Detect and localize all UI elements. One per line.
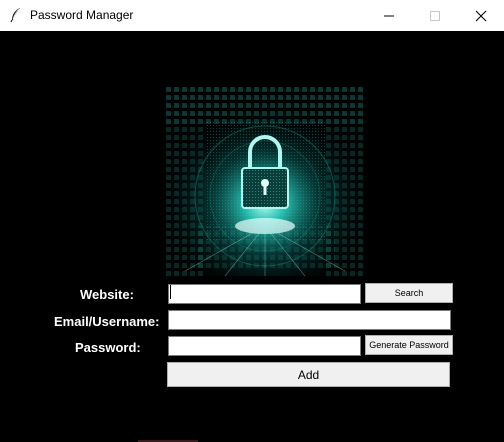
website-input[interactable] [168, 284, 361, 304]
maximize-icon [430, 10, 440, 21]
email-username-input[interactable] [168, 310, 451, 330]
website-label: Website: [80, 287, 134, 302]
generate-password-button[interactable]: Generate Password [365, 335, 453, 355]
search-button[interactable]: Search [365, 283, 453, 303]
email-username-label: Email/Username: [54, 314, 160, 329]
password-input[interactable] [168, 336, 361, 356]
minimize-icon [384, 15, 394, 16]
app-canvas: Website: Search Email/Username: Password… [0, 31, 504, 442]
password-label: Password: [75, 340, 141, 355]
minimize-button[interactable] [366, 0, 412, 31]
title-bar[interactable]: Password Manager [0, 0, 504, 32]
password-manager-window: Password Manager Website: Search Email/U… [0, 0, 504, 442]
maximize-button[interactable] [412, 0, 458, 31]
add-button[interactable]: Add [167, 362, 450, 387]
text-caret [170, 285, 171, 299]
close-icon [475, 10, 487, 21]
window-title: Password Manager [30, 8, 134, 22]
close-button[interactable] [458, 0, 504, 31]
feather-icon [10, 8, 20, 23]
padlock-cyber-image [165, 86, 365, 276]
